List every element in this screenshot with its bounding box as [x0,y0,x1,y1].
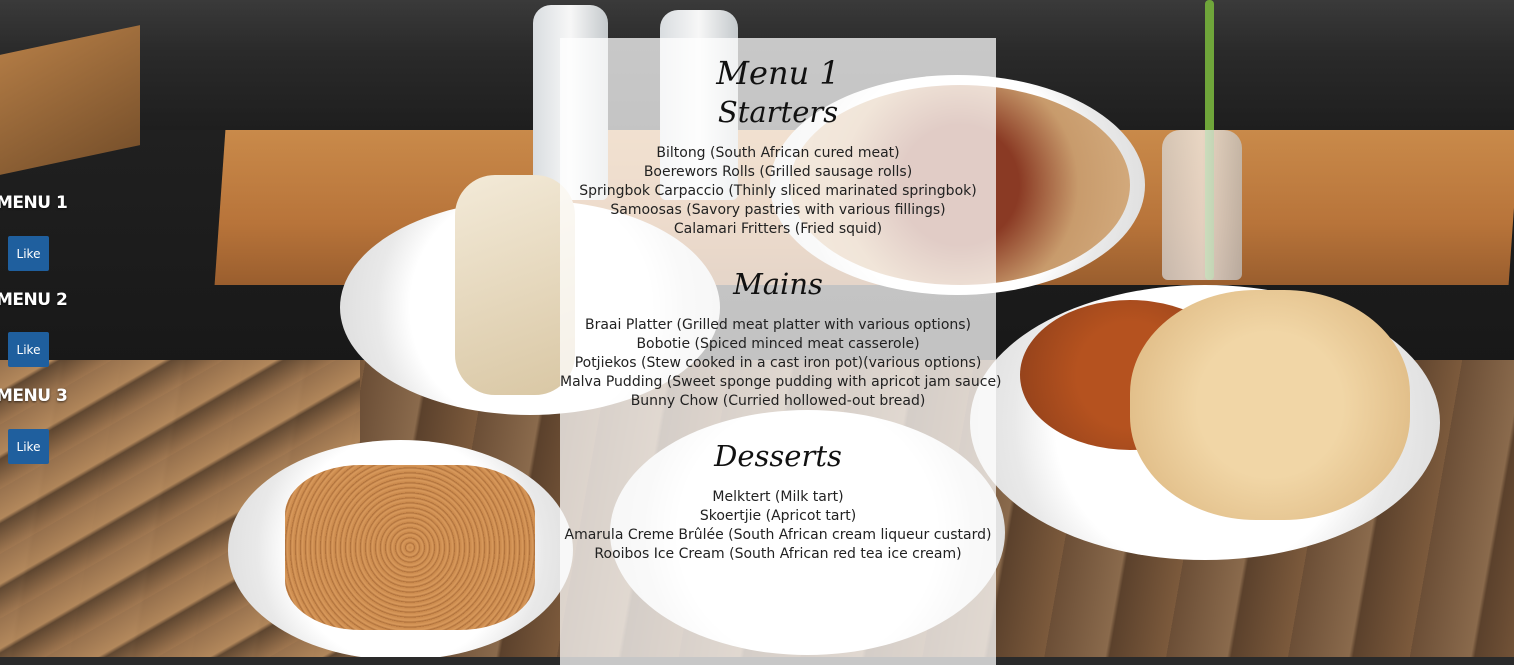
list-item: Rooibos Ice Cream (South African red tea… [594,546,962,562]
list-item: Melktert (Milk tart) [712,489,844,505]
list-item: Springbok Carpaccio (Thinly sliced marin… [579,183,977,199]
like-button-menu-3[interactable]: Like [8,429,49,464]
menu-title: Menu 1 [716,54,840,92]
list-item: Amarula Creme Brûlée (South African crea… [564,527,992,543]
list-item: Boerewors Rolls (Grilled sausage rolls) [643,164,913,180]
mains-list: Braai Platter (Grilled meat platter with… [560,316,1002,411]
section-title-desserts: Desserts [714,439,842,473]
list-item: Bobotie (Spiced minced meat casserole) [636,336,920,352]
starters-list: Biltong (South African cured meat) Boere… [560,144,996,239]
sidebar-item-menu-3[interactable]: MENU 3 [0,386,68,406]
sidebar-item-menu-1[interactable]: MENU 1 [0,193,68,213]
desserts-list: Melktert (Milk tart) Skoertjie (Apricot … [560,488,996,564]
list-item: Malva Pudding (Sweet sponge pudding with… [560,374,1002,390]
list-item: Calamari Fritters (Fried squid) [673,221,883,237]
like-button-menu-2[interactable]: Like [8,332,49,367]
sidebar-item-menu-2[interactable]: MENU 2 [0,290,68,310]
section-title-mains: Mains [733,267,823,301]
list-item: Bunny Chow (Curried hollowed-out bread) [630,393,926,409]
pancake-food [285,465,535,630]
list-item: Skoertjie (Apricot tart) [699,508,857,524]
list-item: Braai Platter (Grilled meat platter with… [584,317,972,333]
list-item: Biltong (South African cured meat) [656,145,900,161]
section-title-starters: Starters [717,95,839,129]
glass-bottle [1162,130,1242,280]
wrap-food [455,175,575,395]
menu-panel: Menu 1 Starters Biltong (South African c… [560,38,1002,665]
list-item: Potjiekos (Stew cooked in a cast iron po… [574,355,982,371]
flatbread-food [1130,290,1410,520]
like-button-menu-1[interactable]: Like [8,236,49,271]
list-item: Samoosas (Savory pastries with various f… [610,202,946,218]
